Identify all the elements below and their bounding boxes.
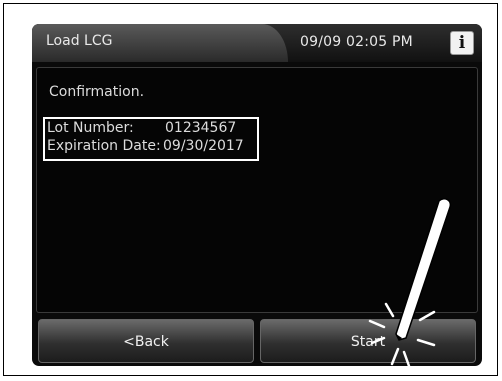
stylus-overlay [368,198,452,368]
